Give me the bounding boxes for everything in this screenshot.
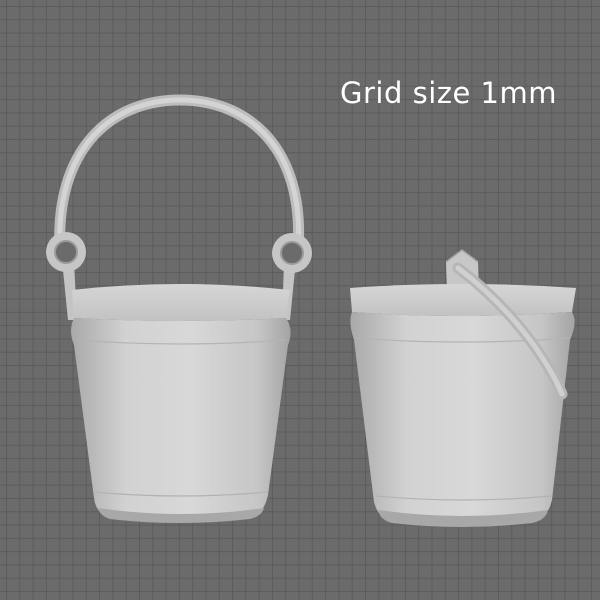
- bucket-body: [71, 318, 291, 522]
- bucket-body: [350, 312, 575, 526]
- grid-size-label: Grid size 1mm: [340, 76, 557, 110]
- bucket-front-view[interactable]: [46, 94, 312, 523]
- bucket-rim: [350, 284, 576, 316]
- bucket-side-view[interactable]: [350, 249, 576, 527]
- bucket-handle: [54, 94, 305, 256]
- bucket-rim: [72, 284, 290, 321]
- viewport-canvas[interactable]: Grid size 1mm: [0, 0, 600, 600]
